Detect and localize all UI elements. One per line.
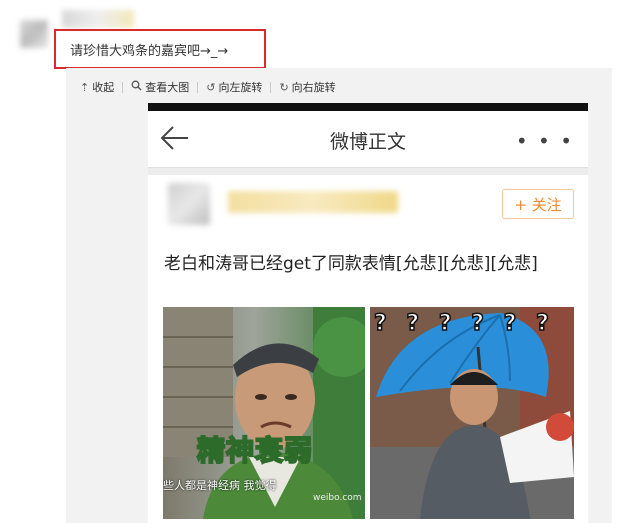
image1-caption: 精神衰弱 xyxy=(196,433,314,468)
image1-subtitle: 些人都是神经病 我觉得 xyxy=(163,479,277,492)
rotate-right-button[interactable]: ↻ 向右旋转 xyxy=(279,79,335,95)
rotate-right-icon: ↻ xyxy=(279,80,289,94)
comment-highlight-box: 请珍惜大鸡条的嘉宾吧→_→ xyxy=(54,29,266,69)
status-bar xyxy=(148,103,588,111)
toolbar-divider xyxy=(197,81,199,93)
rotate-left-button[interactable]: ↺ 向左旋转 xyxy=(206,79,262,95)
toolbar-divider xyxy=(270,81,272,93)
image-toolbar: ⇡ 收起 查看大图 ↺ 向左旋转 ↻ 向右旋转 xyxy=(80,78,336,96)
post-avatar xyxy=(168,183,210,225)
rotate-left-icon: ↺ xyxy=(206,80,216,94)
post-username-blurred xyxy=(228,191,398,213)
view-large-label: 查看大图 xyxy=(145,81,190,94)
phone-nav-bar: 微博正文 • • • xyxy=(148,111,588,168)
weibo-screenshot[interactable]: 微博正文 • • • + 关注 老白和涛哥已经get了同款表情[允悲][允悲][… xyxy=(148,103,588,523)
avatar[interactable] xyxy=(20,20,48,48)
toolbar-divider xyxy=(122,81,124,93)
post-card: + 关注 老白和涛哥已经get了同款表情[允悲][允悲][允悲] 精神衰弱 些人… xyxy=(148,175,588,523)
magnifier-icon xyxy=(131,80,142,94)
collapse-up-icon: ⇡ xyxy=(80,80,90,94)
more-dots-icon: • • • xyxy=(515,129,574,153)
rotate-right-label: 向右旋转 xyxy=(291,81,336,94)
collapse-button[interactable]: ⇡ 收起 xyxy=(80,79,114,95)
post-text: 老白和涛哥已经get了同款表情[允悲][允悲][允悲] xyxy=(164,254,538,274)
image1-watermark: weibo.com xyxy=(313,493,362,503)
comment-text: 请珍惜大鸡条的嘉宾吧→_→ xyxy=(70,44,229,59)
view-large-button[interactable]: 查看大图 xyxy=(131,79,189,95)
follow-button: + 关注 xyxy=(502,189,574,219)
collapse-label: 收起 xyxy=(92,81,115,94)
rotate-left-label: 向左旋转 xyxy=(218,81,263,94)
post-image-1: 精神衰弱 些人都是神经病 我觉得 weibo.com xyxy=(163,307,365,519)
question-marks: ? ? ? ? ? ? xyxy=(373,310,555,337)
username-blurred[interactable] xyxy=(62,10,134,28)
post-image-2: ? ? ? ? ? ? xyxy=(370,307,574,519)
